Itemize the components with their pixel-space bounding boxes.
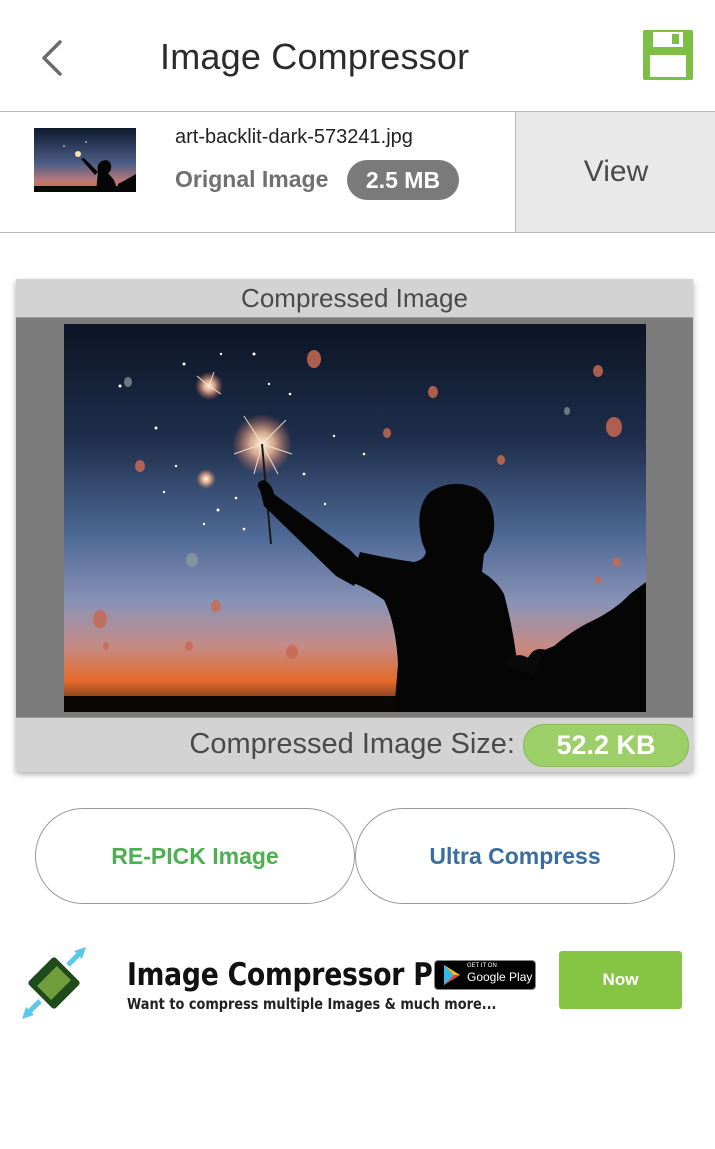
ad-banner[interactable]: Image Compressor Pro Want to compress mu…	[0, 935, 715, 1035]
original-filename: art-backlit-dark-573241.jpg	[175, 126, 413, 148]
original-size-badge: 2.5 MB	[347, 160, 459, 200]
compressed-image-card: Compressed Image Compressed Image Size: …	[16, 279, 693, 772]
app-promo-icon	[16, 943, 96, 1023]
floppy-disk-icon	[643, 30, 693, 80]
original-thumbnail[interactable]	[34, 128, 136, 192]
save-button[interactable]	[641, 28, 695, 82]
app-header: Image Compressor	[0, 0, 715, 112]
google-play-badge[interactable]: GET IT ON Google Play	[434, 960, 536, 990]
compressed-size-badge: 52.2 KB	[523, 724, 689, 767]
ad-title: Image Compressor Pro	[127, 957, 464, 993]
compressed-image-heading: Compressed Image	[16, 279, 693, 318]
chevron-left-icon	[42, 40, 62, 76]
ultra-compress-button[interactable]: Ultra Compress	[355, 808, 675, 904]
view-button[interactable]: View	[515, 112, 715, 232]
store-badge-small-text: GET IT ON	[467, 963, 497, 969]
store-badge-name: Google Play	[467, 970, 533, 984]
compressed-size-label: Compressed Image Size:	[189, 728, 515, 760]
compressed-image-preview[interactable]	[64, 324, 646, 712]
repick-image-button[interactable]: RE-PICK Image	[35, 808, 355, 904]
original-image-row: art-backlit-dark-573241.jpg Orignal Imag…	[0, 112, 715, 233]
original-image-label: Orignal Image	[175, 166, 329, 192]
ad-now-button[interactable]: Now	[559, 951, 682, 1009]
back-button[interactable]	[30, 34, 74, 82]
play-store-icon	[444, 965, 460, 985]
ad-subtitle: Want to compress multiple Images & much …	[127, 995, 497, 1013]
page-title: Image Compressor	[160, 36, 470, 77]
compressed-size-bar: Compressed Image Size: 52.2 KB	[16, 717, 693, 772]
